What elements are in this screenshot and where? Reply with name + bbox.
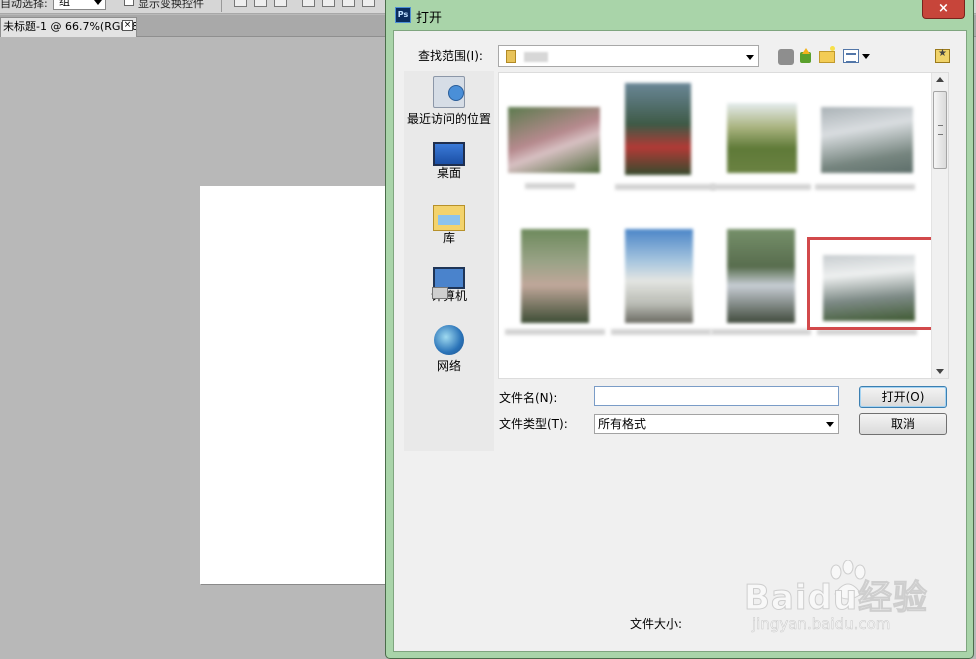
close-icon[interactable]: × bbox=[122, 20, 133, 31]
file-list-view[interactable] bbox=[498, 72, 949, 379]
chevron-down-icon bbox=[746, 55, 754, 60]
back-icon[interactable] bbox=[778, 49, 794, 65]
desktop-icon bbox=[433, 142, 465, 166]
thumbnail-image bbox=[625, 83, 691, 175]
up-folder-icon[interactable] bbox=[798, 48, 814, 64]
file-name-caption bbox=[611, 329, 711, 335]
current-folder-name bbox=[524, 52, 548, 62]
auto-select-label: 自动选择: bbox=[0, 0, 48, 10]
place-computer[interactable]: 计算机 bbox=[404, 263, 494, 304]
place-label: 桌面 bbox=[436, 166, 461, 180]
file-name-caption bbox=[525, 183, 575, 189]
library-icon bbox=[433, 205, 465, 231]
thumbnail-image bbox=[821, 107, 913, 173]
file-thumbnail[interactable] bbox=[615, 79, 715, 190]
file-thumbnail[interactable] bbox=[505, 225, 605, 335]
place-label: 库 bbox=[442, 231, 455, 245]
watermark-url: jingyan.baidu.com bbox=[752, 615, 891, 634]
place-desktop[interactable]: 桌面 bbox=[404, 138, 494, 181]
dialog-body: 查找范围(I): 最近访问的位置 桌面 库 bbox=[393, 30, 967, 652]
file-type-dropdown[interactable]: 所有格式 bbox=[594, 414, 839, 434]
folder-icon bbox=[506, 50, 516, 63]
place-library[interactable]: 库 bbox=[404, 201, 494, 246]
align-top-icon[interactable] bbox=[234, 0, 247, 7]
align-bottom-icon[interactable] bbox=[274, 0, 287, 7]
dialog-title: 打开 bbox=[416, 11, 443, 26]
file-thumbnail[interactable] bbox=[611, 225, 711, 335]
align-hcenter-icon[interactable] bbox=[322, 0, 335, 7]
chevron-down-icon[interactable] bbox=[862, 54, 870, 59]
auto-select-dropdown[interactable]: 组 bbox=[53, 0, 106, 10]
thumbnail-image bbox=[727, 229, 795, 323]
show-transform-label: 显示变换控件 bbox=[138, 0, 204, 10]
align-left-icon[interactable] bbox=[302, 0, 315, 7]
scroll-down-icon[interactable] bbox=[936, 369, 944, 374]
new-folder-icon[interactable] bbox=[819, 46, 835, 63]
file-list-scrollbar[interactable] bbox=[931, 73, 948, 378]
scrollbar-thumb[interactable] bbox=[933, 91, 947, 169]
file-name-caption bbox=[711, 184, 811, 190]
file-thumbnail[interactable] bbox=[505, 103, 600, 197]
place-recent[interactable]: 最近访问的位置 bbox=[404, 76, 494, 127]
cancel-button[interactable]: 取消 bbox=[859, 413, 947, 435]
align-vcenter-icon[interactable] bbox=[254, 0, 267, 7]
open-button[interactable]: 打开(O) bbox=[859, 386, 947, 408]
file-thumbnail[interactable] bbox=[815, 79, 915, 190]
thumbnail-image bbox=[625, 229, 693, 323]
file-type-label: 文件类型(T): bbox=[499, 417, 568, 431]
file-name-caption bbox=[815, 184, 915, 190]
network-icon bbox=[434, 325, 464, 355]
auto-select-value: 组 bbox=[59, 0, 70, 8]
baidu-watermark: Baidu经验 jingyan.baidu.com bbox=[743, 560, 969, 640]
view-menu-icon[interactable] bbox=[843, 49, 859, 63]
look-in-label: 查找范围(I): bbox=[418, 49, 483, 63]
tab-document[interactable]: 未标题-1 @ 66.7%(RGB/8) * bbox=[0, 17, 137, 37]
file-name-input[interactable] bbox=[594, 386, 839, 406]
look-in-dropdown[interactable] bbox=[498, 45, 759, 67]
file-name-caption bbox=[711, 329, 811, 335]
thumbnail-image bbox=[521, 229, 589, 323]
scroll-up-icon[interactable] bbox=[936, 77, 944, 82]
favorite-folder-icon[interactable] bbox=[935, 48, 950, 63]
photoshop-logo-icon: Ps bbox=[395, 7, 411, 23]
dialog-title-bar[interactable]: Ps 打开 × bbox=[386, 0, 973, 30]
places-bar: 最近访问的位置 桌面 库 计算机 网络 bbox=[404, 71, 494, 451]
file-name-label: 文件名(N): bbox=[499, 391, 558, 405]
chevron-down-icon bbox=[94, 0, 102, 5]
toolbar-divider bbox=[221, 0, 222, 12]
file-thumbnail[interactable] bbox=[711, 225, 811, 335]
file-name-caption bbox=[505, 329, 605, 335]
file-thumbnail[interactable] bbox=[711, 79, 811, 190]
file-name-caption bbox=[615, 184, 715, 190]
show-transform-checkbox[interactable] bbox=[124, 0, 134, 6]
file-size-label: 文件大小: bbox=[630, 617, 683, 631]
document-tab-title: 未标题-1 @ 66.7%(RGB/8) * bbox=[3, 20, 137, 33]
place-label: 网络 bbox=[436, 359, 461, 373]
selection-highlight bbox=[807, 237, 941, 330]
document-canvas[interactable] bbox=[200, 186, 400, 584]
distribute-icon[interactable] bbox=[362, 0, 375, 7]
thumbnail-image bbox=[508, 107, 600, 173]
close-button[interactable]: × bbox=[922, 0, 965, 19]
watermark-logo-text: Baidu经验 bbox=[743, 578, 929, 619]
computer-icon bbox=[432, 267, 465, 299]
thumbnail-image bbox=[727, 103, 797, 173]
recent-places-icon bbox=[433, 76, 465, 108]
align-right-icon[interactable] bbox=[342, 0, 355, 7]
place-network[interactable]: 网络 bbox=[404, 325, 494, 374]
place-label: 最近访问的位置 bbox=[406, 112, 491, 126]
file-type-value: 所有格式 bbox=[598, 417, 647, 431]
